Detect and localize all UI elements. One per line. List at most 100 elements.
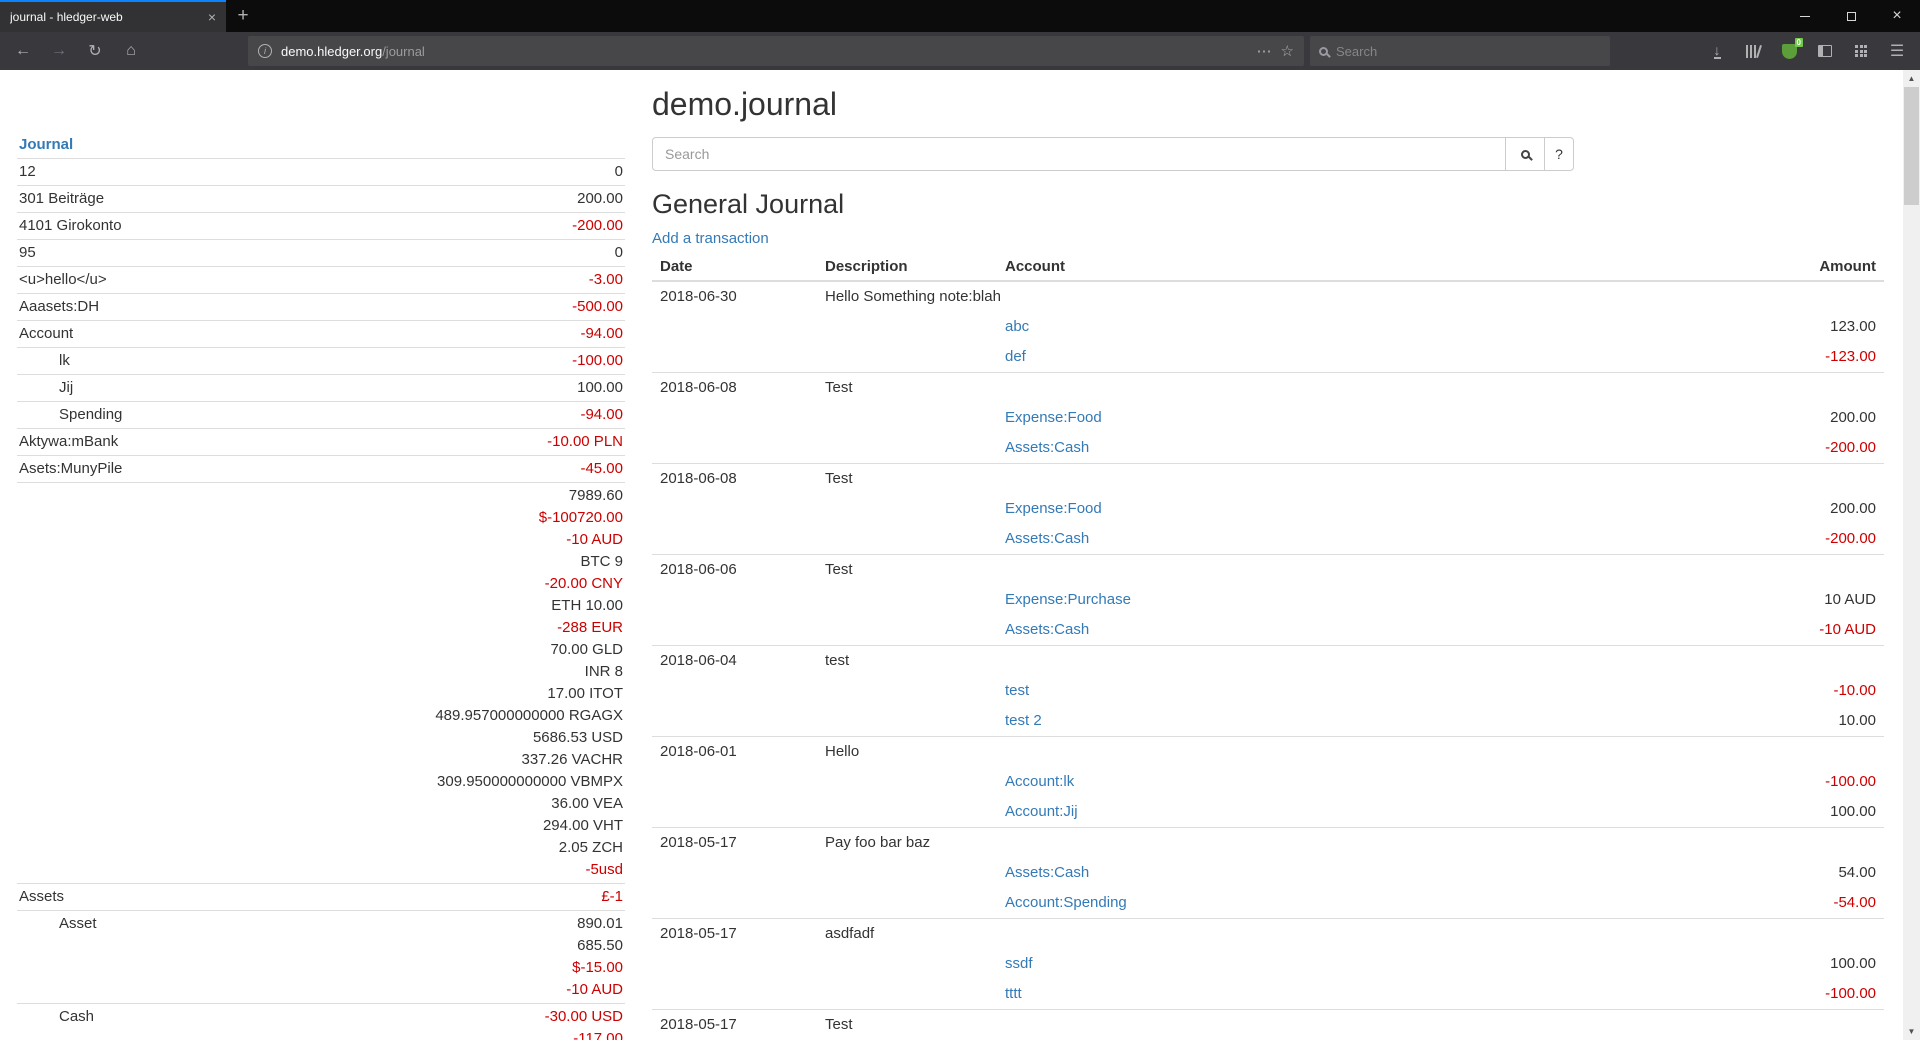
account-name[interactable]: lk [17,348,235,375]
posting-account-link[interactable]: tttt [1005,985,1022,1002]
vertical-scrollbar[interactable]: ▲ ▼ [1903,70,1920,1040]
posting-amount: 100.00 [1684,797,1884,828]
posting-account-link[interactable]: Expense:Food [1005,500,1102,517]
posting-account-link[interactable]: def [1005,348,1026,365]
posting-account-link[interactable]: Assets:Cash [1005,439,1089,456]
balance-amount: 0 [237,161,623,183]
account-balance: -500.00 [235,294,625,321]
minimize-icon [1800,16,1810,17]
account-name[interactable]: Spending [17,402,235,429]
downloads-button[interactable]: ↓ [1702,36,1732,66]
account-balance: -30.00 USD-117.00 [235,1004,625,1040]
menu-button[interactable]: ☰ [1882,36,1912,66]
posting-date-spacer [652,858,817,888]
posting-date-spacer [652,797,817,828]
sidebar-account-row: 950 [17,240,625,267]
site-info-icon[interactable]: i [258,44,272,58]
account-name[interactable]: Cash [17,1004,235,1040]
apps-grid-button[interactable] [1846,36,1876,66]
search-help-button[interactable]: ? [1544,137,1574,171]
home-button[interactable]: ⌂ [116,36,146,66]
journal-link[interactable]: Journal [19,136,73,153]
new-tab-button[interactable]: + [226,0,260,32]
account-name[interactable]: Account [17,321,235,348]
browser-tab[interactable]: journal - hledger-web × [0,0,226,32]
transaction-title-row: 2018-06-08Test [652,373,1884,404]
balance-amount: 17.00 ITOT [237,683,623,705]
journal-search-button[interactable] [1505,137,1545,171]
posting-account-link[interactable]: Assets:Cash [1005,530,1089,547]
sidebar-account-row: 7989.60$-100720.00-10 AUDBTC 9-20.00 CNY… [17,483,625,884]
posting-date-spacer [652,767,817,797]
account-name[interactable]: 301 Beiträge [17,186,235,213]
transaction-date: 2018-05-17 [652,828,817,859]
library-button[interactable] [1738,36,1768,66]
posting-account-link[interactable]: Account:Jij [1005,803,1078,820]
window-controls: × [1782,0,1920,32]
close-window-button[interactable]: × [1874,0,1920,32]
balance-amount: 70.00 GLD [237,639,623,661]
account-name[interactable]: 12 [17,159,235,186]
account-balance: 0 [235,240,625,267]
posting-account-link[interactable]: Expense:Food [1005,409,1102,426]
adblock-extension-button[interactable]: 0 [1774,36,1804,66]
forward-button[interactable]: → [44,36,74,66]
bookmark-star-icon[interactable]: ☆ [1281,42,1294,60]
register-table: Date Description Account Amount 2018-06-… [652,253,1884,1040]
sidebar-toggle-button[interactable] [1810,36,1840,66]
posting-account-link[interactable]: Expense:Purchase [1005,591,1131,608]
account-name[interactable]: Asets:MunyPile [17,456,235,483]
balance-amount: $-15.00 [237,957,623,979]
posting-account-link[interactable]: abc [1005,318,1029,335]
transaction-description: Test [817,373,1684,404]
account-name[interactable]: 95 [17,240,235,267]
posting-account-link[interactable]: test [1005,682,1029,699]
posting-account-link[interactable]: ssdf [1005,955,1033,972]
browser-search-bar[interactable]: Search [1310,36,1610,66]
posting-desc-spacer [817,706,997,737]
posting-account-cell: Account:lk [997,767,1684,797]
account-name[interactable]: Jij [17,375,235,402]
column-header-date: Date [652,253,817,281]
sidebar-header-row: Journal [17,132,625,159]
balance-amount: -10 AUD [237,529,623,551]
account-name[interactable]: Aaasets:DH [17,294,235,321]
tab-close-icon[interactable]: × [208,9,216,25]
transaction-title-row: 2018-06-04test [652,646,1884,677]
account-name[interactable]: Aktywa:mBank [17,429,235,456]
posting-desc-spacer [817,797,997,828]
account-name[interactable]: 4101 Girokonto [17,213,235,240]
minimize-button[interactable] [1782,0,1828,32]
back-button[interactable]: ← [8,36,38,66]
balance-amount: 890.01 [237,913,623,935]
sidebar-account-row: 120 [17,159,625,186]
posting-account-cell: Expense:Purchase [997,585,1684,615]
url-bar[interactable]: i demo.hledger.org/journal ⋯ ☆ [248,36,1304,66]
posting-account-link[interactable]: Account:lk [1005,773,1074,790]
scroll-up-arrow[interactable]: ▲ [1903,70,1920,87]
posting-date-spacer [652,949,817,979]
page-actions-icon[interactable]: ⋯ [1257,42,1272,60]
account-name[interactable]: Asset [17,911,235,1004]
scroll-down-arrow[interactable]: ▼ [1903,1023,1920,1040]
add-transaction-link[interactable]: Add a transaction [652,230,769,247]
account-name[interactable]: <u>hello</u> [17,267,235,294]
account-balance: -45.00 [235,456,625,483]
balance-amount: -5usd [237,859,623,881]
url-text[interactable]: demo.hledger.org/journal [281,44,1248,59]
posting-account-link[interactable]: Assets:Cash [1005,621,1089,638]
balance-amount: 100.00 [237,377,623,399]
reload-button[interactable]: ↻ [80,36,110,66]
balance-amount: -10 AUD [237,979,623,1001]
posting-account-cell: Expense:Food [997,403,1684,433]
posting-account-link[interactable]: Assets:Cash [1005,864,1089,881]
account-name[interactable]: Assets [17,884,235,911]
posting-row: Account:lk-100.00 [652,767,1884,797]
maximize-button[interactable] [1828,0,1874,32]
journal-search-input[interactable] [652,137,1506,171]
posting-account-link[interactable]: Account:Spending [1005,894,1127,911]
scrollbar-thumb[interactable] [1904,87,1919,205]
transaction-description: Hello Something note:blah [817,281,1684,312]
posting-account-link[interactable]: test 2 [1005,712,1042,729]
posting-account-cell: test [997,676,1684,706]
